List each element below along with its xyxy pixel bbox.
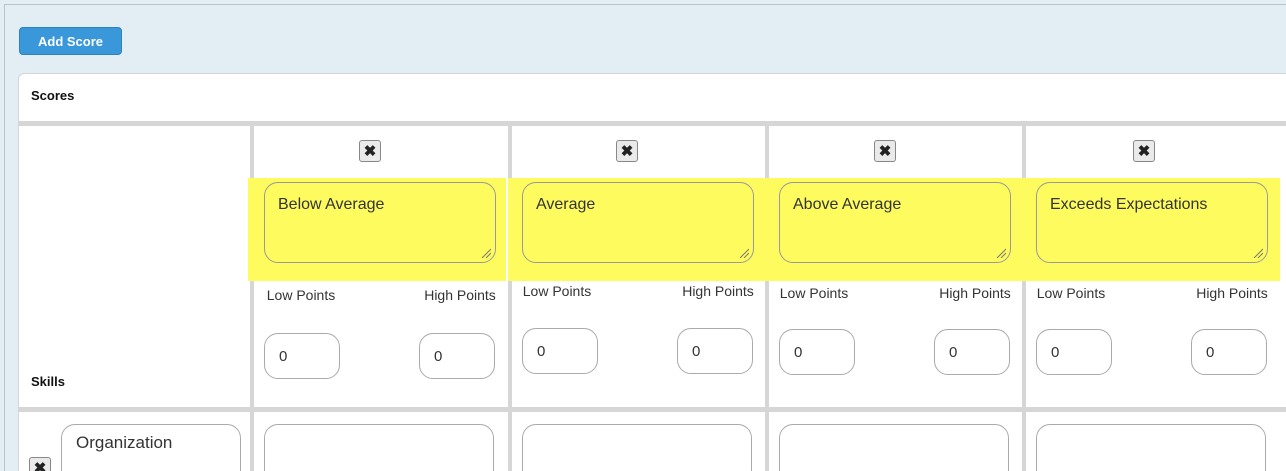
low-points-label: Low Points	[779, 285, 849, 301]
delete-skill-button[interactable]: ✖	[29, 457, 51, 471]
skill-description-input[interactable]	[779, 424, 1009, 471]
low-points-input[interactable]: 0	[264, 333, 340, 379]
delete-score-button[interactable]: ✖	[616, 140, 638, 162]
skills-label: Skills	[31, 374, 65, 389]
close-icon: ✖	[620, 142, 634, 160]
score-name-input[interactable]: Exceeds Expectations	[1036, 182, 1268, 263]
high-points-input[interactable]: 0	[934, 329, 1010, 375]
score-column: ✖ Above Average Low Points High Points 0…	[765, 126, 1025, 409]
high-points-label: High Points	[424, 287, 496, 303]
close-icon: ✖	[878, 142, 892, 160]
score-name-input[interactable]: Above Average	[779, 182, 1011, 263]
skill-description-input[interactable]	[264, 424, 494, 471]
score-name-input[interactable]: Average	[522, 182, 754, 263]
low-points-input[interactable]: 0	[1036, 329, 1112, 375]
high-points-input[interactable]: 0	[1191, 329, 1267, 375]
resize-handle-icon[interactable]	[996, 248, 1006, 258]
skill-name-input[interactable]: Organization	[61, 424, 241, 471]
high-points-input[interactable]: 0	[677, 328, 753, 374]
skill-description-input[interactable]	[1036, 424, 1266, 471]
delete-score-button[interactable]: ✖	[1133, 140, 1155, 162]
low-points-input[interactable]: 0	[522, 328, 598, 374]
high-points-label: High Points	[1196, 285, 1268, 301]
close-icon: ✖	[1137, 142, 1151, 160]
close-icon: ✖	[33, 460, 47, 471]
score-column: ✖ Average Low Points High Points 0 0	[508, 126, 768, 409]
resize-handle-icon[interactable]	[481, 248, 491, 258]
resize-handle-icon[interactable]	[1253, 248, 1263, 258]
score-column: ✖ Exceeds Expectations Low Points High P…	[1022, 126, 1282, 409]
close-icon: ✖	[363, 142, 377, 160]
high-points-input[interactable]: 0	[419, 333, 495, 379]
delete-score-button[interactable]: ✖	[359, 140, 381, 162]
high-points-label: High Points	[682, 283, 754, 299]
score-name-input[interactable]: Below Average	[264, 182, 496, 263]
low-points-label: Low Points	[522, 283, 592, 299]
low-points-input[interactable]: 0	[779, 329, 855, 375]
low-points-label: Low Points	[266, 287, 336, 303]
score-name: Above Average	[793, 196, 902, 213]
resize-handle-icon[interactable]	[739, 248, 749, 258]
score-name: Below Average	[278, 196, 385, 213]
scores-title: Scores	[31, 88, 75, 103]
score-column: ✖ Below Average Low Points High Points 0…	[248, 126, 510, 409]
delete-score-button[interactable]: ✖	[874, 140, 896, 162]
score-name: Average	[536, 196, 596, 213]
score-name: Exceeds Expectations	[1050, 196, 1208, 213]
scores-panel: Scores Skills ✖ Below Average Low Points…	[18, 73, 1286, 471]
low-points-label: Low Points	[1036, 285, 1106, 301]
high-points-label: High Points	[939, 285, 1011, 301]
add-score-button[interactable]: Add Score	[19, 27, 122, 55]
skill-description-input[interactable]	[522, 424, 752, 471]
